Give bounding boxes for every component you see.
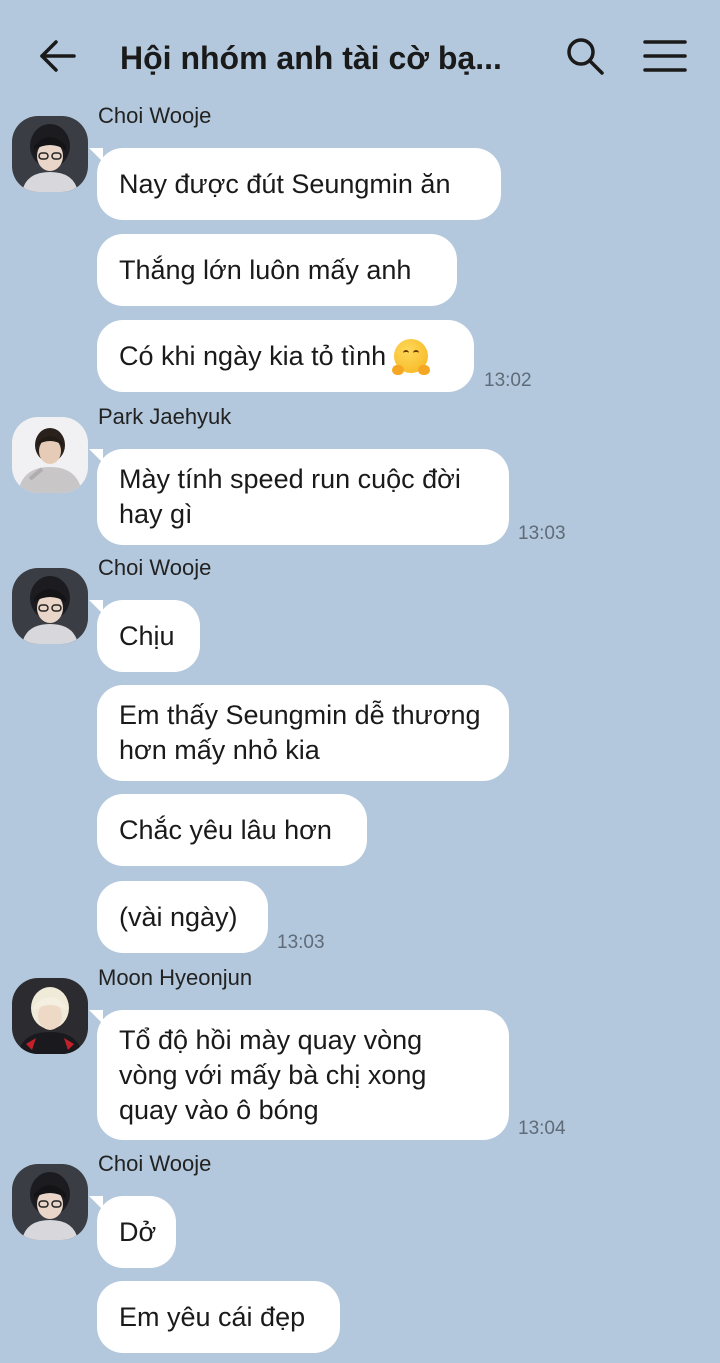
sender-name: Choi Wooje <box>98 555 212 580</box>
search-icon <box>567 38 604 75</box>
hugging-face-emoji-icon <box>392 339 431 375</box>
message-text: Em yêu cái đẹp <box>119 1301 306 1332</box>
search-button[interactable] <box>563 34 607 78</box>
sender-name: Choi Wooje <box>98 1151 212 1176</box>
sender-name: Park Jaehyuk <box>98 404 232 429</box>
message-timestamp: 13:03 <box>277 932 325 953</box>
message-bubble[interactable]: (vài ngày) <box>97 881 268 953</box>
sender-name: Choi Wooje <box>98 103 212 128</box>
back-button[interactable] <box>36 34 80 78</box>
message-text: Em thấy Seungmin dễ thương hơn mấy nhỏ k… <box>119 700 481 765</box>
hamburger-menu-icon <box>643 40 687 72</box>
message-text: Mày tính speed run cuộc đời hay gì <box>119 464 461 529</box>
person-avatar-icon <box>12 978 88 1054</box>
message-bubble[interactable]: Mày tính speed run cuộc đời hay gì <box>89 449 509 545</box>
person-avatar-icon <box>12 116 88 192</box>
message-bubble[interactable]: Tổ độ hồi mày quay vòng vòng với mấy bà … <box>89 1010 509 1140</box>
person-avatar-icon <box>12 1164 88 1240</box>
avatar-choi-wooje[interactable] <box>12 568 88 644</box>
sender-name: Moon Hyeonjun <box>98 965 253 990</box>
message-text: Chắc yêu lâu hơn <box>119 814 332 845</box>
message-text: Chịu <box>119 620 175 651</box>
message-timestamp: 13:03 <box>518 523 566 544</box>
chat-header: Hội nhóm anh tài cờ bạ... <box>0 0 720 112</box>
message-bubble[interactable]: Chắc yêu lâu hơn <box>97 794 367 866</box>
person-avatar-icon <box>12 568 88 644</box>
arrow-left-icon <box>40 40 76 72</box>
message-bubble[interactable]: Chịu <box>89 600 200 672</box>
avatar-park-jaehyuk[interactable] <box>12 417 88 493</box>
avatar-choi-wooje[interactable] <box>12 1164 88 1240</box>
message-text: Có khi ngày kia tỏ tình <box>119 340 387 371</box>
menu-button[interactable] <box>640 34 690 78</box>
message-bubble[interactable]: Dở <box>89 1196 176 1268</box>
person-avatar-icon <box>12 417 88 493</box>
message-bubble[interactable]: Em yêu cái đẹp <box>97 1281 340 1353</box>
message-text: (vài ngày) <box>119 901 238 932</box>
avatar-moon-hyeonjun[interactable] <box>12 978 88 1054</box>
message-text: Tổ độ hồi mày quay vòng vòng với mấy bà … <box>119 1024 427 1125</box>
message-timestamp: 13:04 <box>518 1118 566 1139</box>
message-timestamp: 13:02 <box>484 370 532 391</box>
message-bubble[interactable]: Em thấy Seungmin dễ thương hơn mấy nhỏ k… <box>97 685 509 781</box>
message-bubble[interactable]: Thắng lớn luôn mấy anh <box>97 234 457 306</box>
message-bubble[interactable]: Có khi ngày kia tỏ tình <box>97 320 474 392</box>
message-text: Thắng lớn luôn mấy anh <box>119 254 412 285</box>
message-text: Dở <box>119 1216 157 1247</box>
message-text: Nay được đút Seungmin ăn <box>119 168 451 199</box>
message-bubble[interactable]: Nay được đút Seungmin ăn <box>89 148 501 220</box>
avatar-choi-wooje[interactable] <box>12 116 88 192</box>
chat-title[interactable]: Hội nhóm anh tài cờ bạ... <box>120 36 520 80</box>
